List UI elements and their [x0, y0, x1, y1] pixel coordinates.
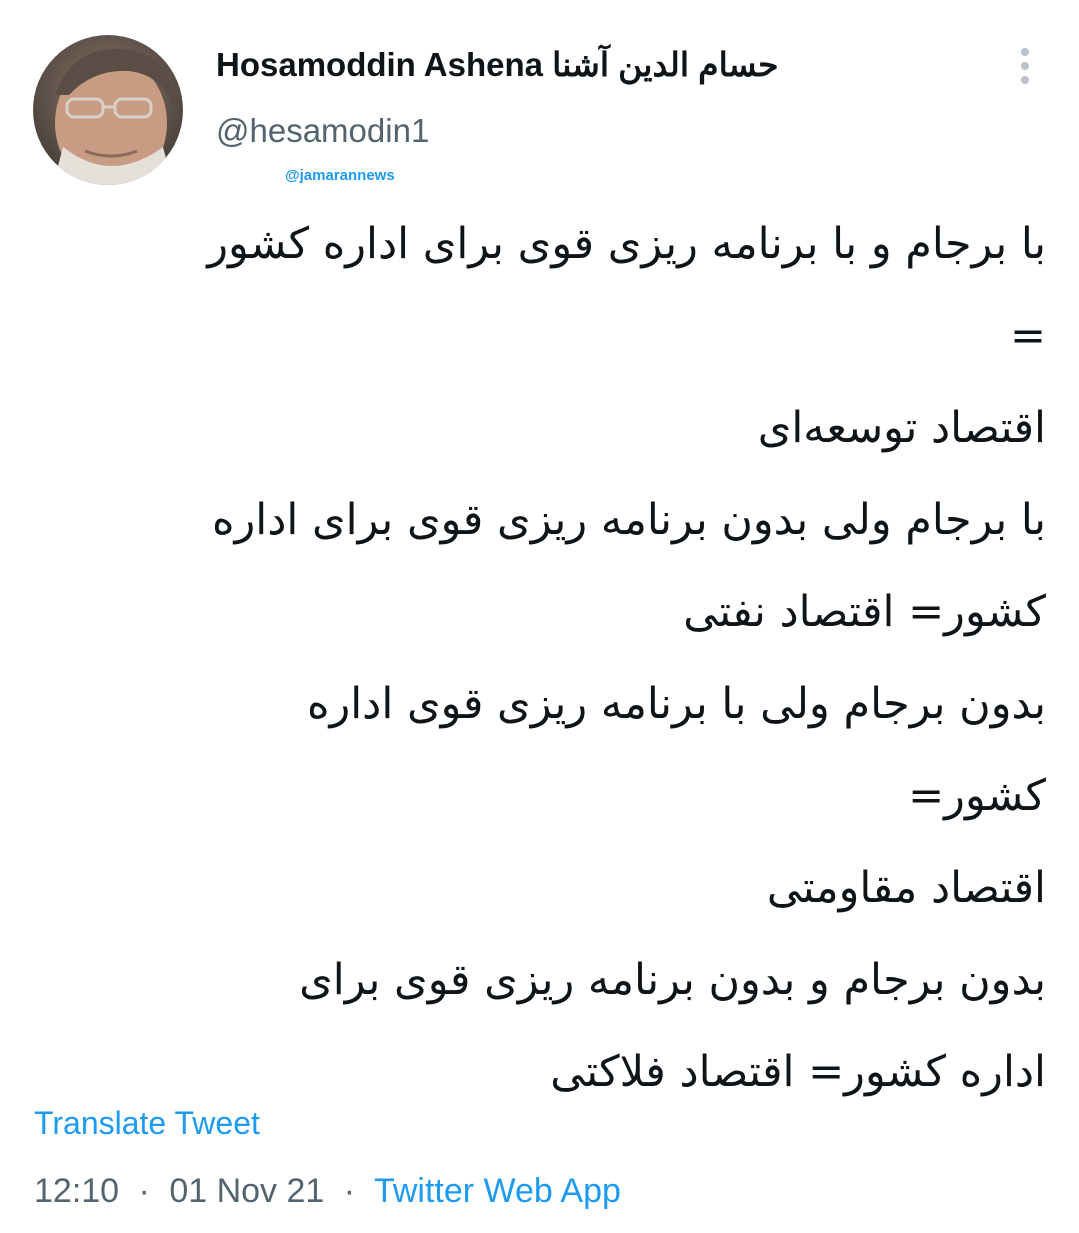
- tweet-line: اقتصاد مقاومتی: [766, 863, 1046, 913]
- profile-photo-icon: [33, 35, 183, 185]
- tweet-line: کشور=: [908, 771, 1046, 821]
- tweet-date[interactable]: 01 Nov 21: [169, 1172, 324, 1210]
- tweet-body: با برجام و با برنامه ریزی قوی برای اداره…: [30, 198, 1046, 1118]
- tweet-line: بدون برجام ولی با برنامه ریزی قوی اداره: [306, 679, 1046, 729]
- author-handle[interactable]: @hesamodin1: [216, 108, 429, 154]
- meta-separator: ·: [138, 1172, 150, 1210]
- tweet-source-link[interactable]: Twitter Web App: [374, 1172, 621, 1210]
- tweet-line: کشور= اقتصاد نفتی: [683, 587, 1046, 637]
- tweet-line: بدون برجام و بدون برنامه ریزی قوی برای: [299, 955, 1046, 1005]
- tweet-metadata: 12:10 · 01 Nov 21 · Twitter Web App: [34, 1166, 621, 1216]
- meta-separator: ·: [343, 1172, 356, 1210]
- more-vertical-icon[interactable]: [1010, 42, 1040, 90]
- avatar[interactable]: [33, 35, 183, 185]
- tweet-line: اقتصاد توسعه‌ای: [757, 403, 1046, 453]
- author-display-name[interactable]: Hosamoddin Ashena حسام الدین آشنا: [216, 38, 779, 92]
- translate-tweet-link[interactable]: Translate Tweet: [34, 1100, 260, 1146]
- tweet-line: =: [1009, 311, 1046, 361]
- watermark: @jamarannews: [285, 167, 395, 184]
- tweet-time[interactable]: 12:10: [34, 1172, 119, 1210]
- tweet-line: با برجام و با برنامه ریزی قوی برای اداره…: [207, 219, 1046, 269]
- tweet-line: با برجام ولی بدون برنامه ریزی قوی برای ا…: [211, 495, 1046, 545]
